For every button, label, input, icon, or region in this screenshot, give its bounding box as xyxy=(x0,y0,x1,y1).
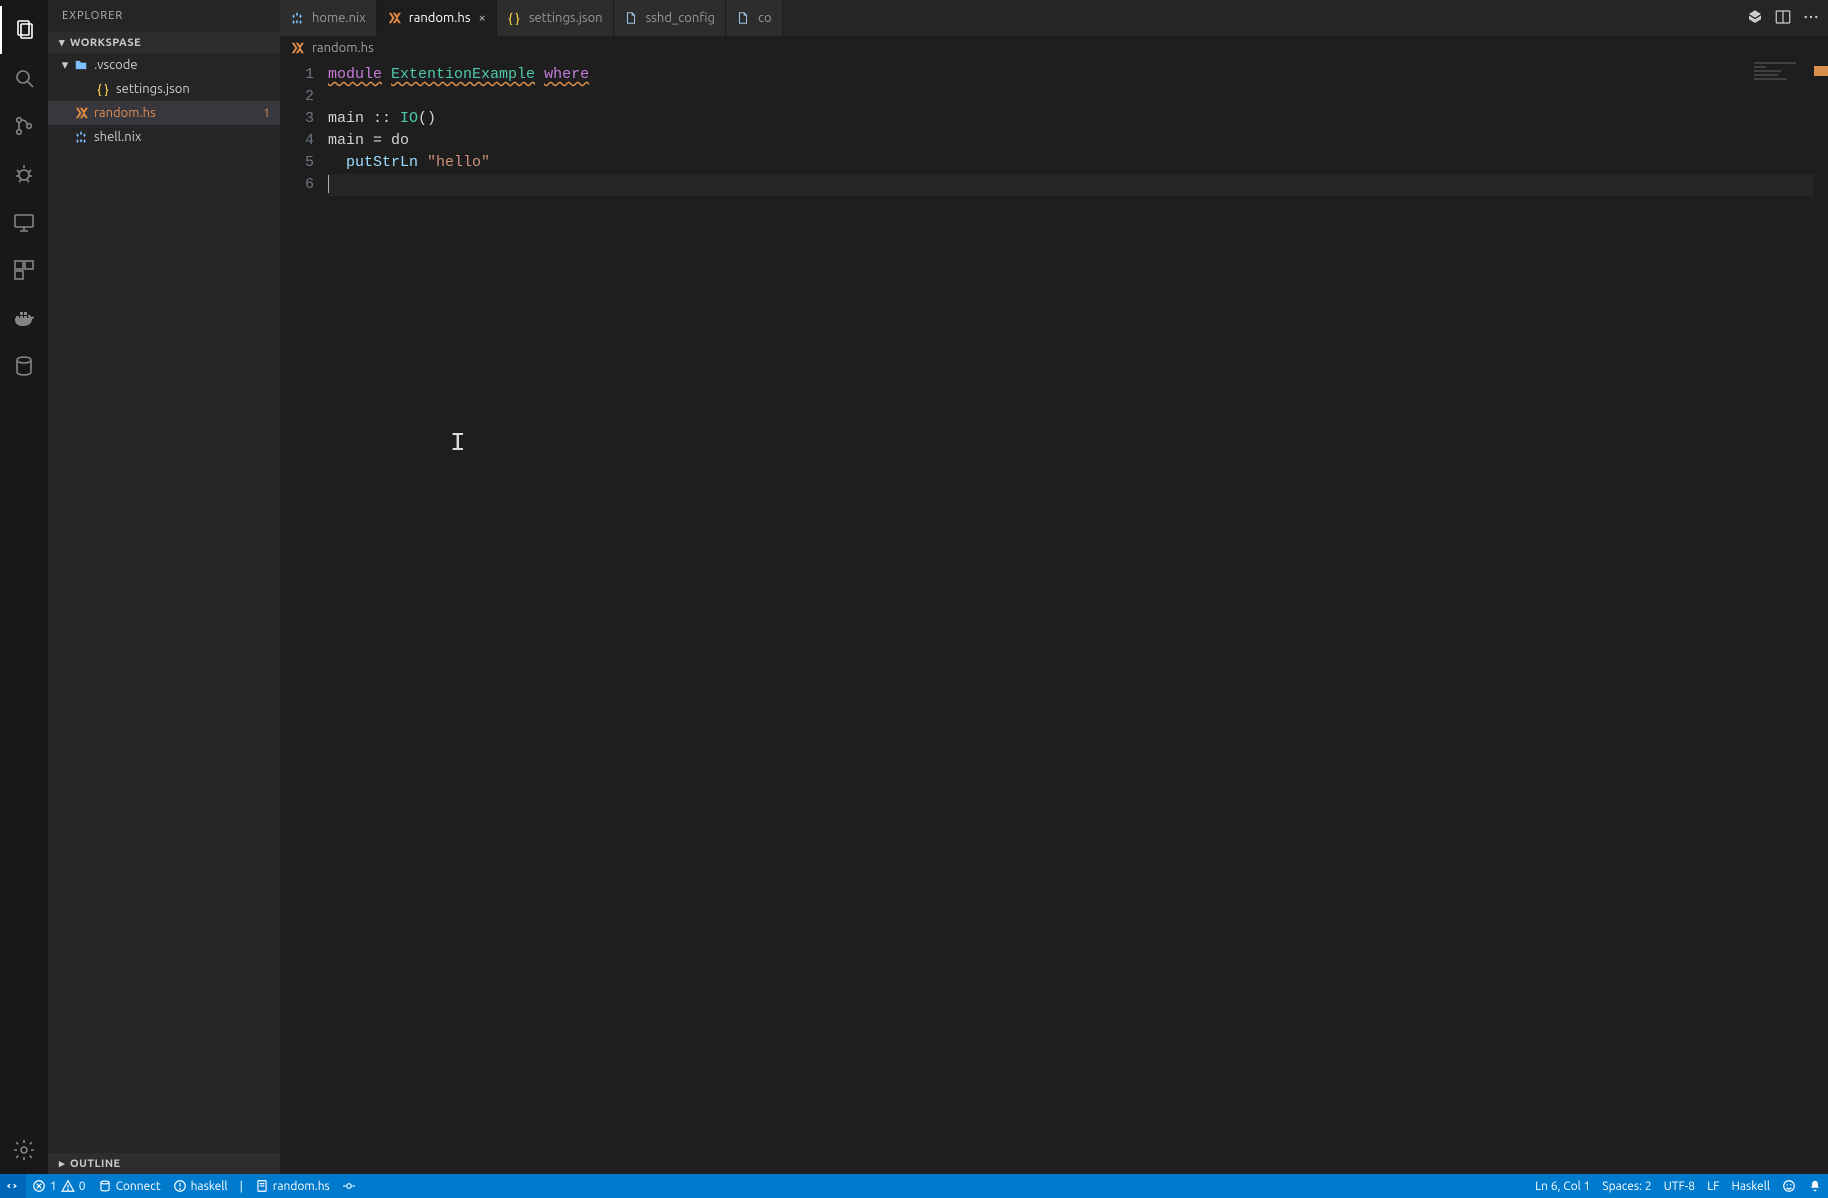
tab-settings-json[interactable]: settings.json xyxy=(497,0,614,36)
status-connect[interactable]: Connect xyxy=(92,1174,167,1198)
tree-label: random.hs xyxy=(94,106,257,120)
tree-folder[interactable]: ▾ .vscode xyxy=(48,53,280,77)
nix-icon xyxy=(290,11,306,25)
status-language[interactable]: Haskell xyxy=(1725,1174,1776,1198)
status-file-label: random.hs xyxy=(273,1180,330,1193)
editor-body[interactable]: 123456 module ExtentionExample where mai… xyxy=(280,60,1828,1174)
status-lsp-label: haskell xyxy=(191,1180,228,1193)
status-spaces[interactable]: Spaces: 2 xyxy=(1596,1174,1657,1198)
tab-label: settings.json xyxy=(529,11,603,25)
status-bell[interactable] xyxy=(1802,1174,1828,1198)
status-eol[interactable]: LF xyxy=(1701,1174,1725,1198)
explorer-sidebar: EXPLORER ▾ WORKSPASE ▾ .vscode settings.js… xyxy=(48,0,280,1174)
outline-header[interactable]: ▸ OUTLINE xyxy=(48,1153,280,1174)
tree-file[interactable]: settings.json xyxy=(48,77,280,101)
status-divider: | xyxy=(234,1174,249,1198)
status-connect-label: Connect xyxy=(116,1180,161,1193)
activity-search[interactable] xyxy=(0,54,48,102)
tab-home-nix[interactable]: home.nix xyxy=(280,0,377,36)
status-feedback[interactable] xyxy=(1776,1174,1802,1198)
tab-label: random.hs xyxy=(409,11,471,25)
status-cursor[interactable]: Ln 6, Col 1 xyxy=(1529,1174,1596,1198)
folder-icon xyxy=(72,58,90,72)
chevron-right-icon: ▸ xyxy=(54,1157,70,1170)
status-file[interactable]: random.hs xyxy=(249,1174,336,1198)
minimap[interactable] xyxy=(1754,62,1814,92)
tree-label: settings.json xyxy=(116,82,270,96)
chevron-icon: ▾ xyxy=(58,58,72,73)
editor-group: home.nix random.hs × settings.json sshd_conf… xyxy=(280,0,1828,1174)
file-icon xyxy=(736,11,752,25)
tree-file[interactable]: shell.nix xyxy=(48,125,280,149)
tabs-row: home.nix random.hs × settings.json sshd_conf… xyxy=(280,0,1828,36)
haskell-icon xyxy=(290,41,308,55)
tab-co[interactable]: co xyxy=(726,0,783,36)
workspace-label: WORKSPASE xyxy=(70,37,141,49)
status-sync[interactable] xyxy=(336,1174,362,1198)
tree-file[interactable]: random.hs1 xyxy=(48,101,280,125)
breadcrumb[interactable]: random.hs xyxy=(280,36,1828,60)
overview-warning-marker[interactable] xyxy=(1814,66,1828,76)
tab-random-hs[interactable]: random.hs × xyxy=(377,0,497,36)
activity-remote[interactable] xyxy=(0,198,48,246)
code-area[interactable]: module ExtentionExample where main :: IO… xyxy=(328,60,1814,1174)
nix-icon xyxy=(72,130,90,144)
activity-explorer[interactable] xyxy=(0,6,48,54)
editor-scrollbar[interactable] xyxy=(1814,60,1828,1174)
tab-label: home.nix xyxy=(312,11,366,25)
json-icon xyxy=(94,82,112,96)
json-icon xyxy=(507,11,523,25)
tabs: home.nix random.hs × settings.json sshd_conf… xyxy=(280,0,1738,36)
close-icon[interactable]: × xyxy=(479,11,486,25)
gutter: 123456 xyxy=(280,60,328,1174)
status-remote[interactable] xyxy=(0,1174,26,1198)
more-icon[interactable] xyxy=(1802,8,1820,29)
tree-label: shell.nix xyxy=(94,130,270,144)
activity-source-control[interactable] xyxy=(0,102,48,150)
haskell-icon xyxy=(72,106,90,120)
tab-sshd_config[interactable]: sshd_config xyxy=(614,0,726,36)
activity-extensions[interactable] xyxy=(0,246,48,294)
tab-label: co xyxy=(758,11,772,25)
status-encoding[interactable]: UTF-8 xyxy=(1658,1174,1701,1198)
activity-docker[interactable] xyxy=(0,294,48,342)
problem-badge: 1 xyxy=(257,107,270,120)
activity-settings[interactable] xyxy=(0,1126,48,1174)
haskell-icon xyxy=(387,11,403,25)
status-lsp[interactable]: haskell xyxy=(167,1174,234,1198)
activity-database[interactable] xyxy=(0,342,48,390)
chevron-down-icon: ▾ xyxy=(54,36,70,49)
file-tree: ▾ .vscode settings.json random.hs1 shell.nix xyxy=(48,53,280,1153)
copilot-icon[interactable] xyxy=(1746,8,1764,29)
file-icon xyxy=(624,11,640,25)
split-editor-icon[interactable] xyxy=(1774,8,1792,29)
tabs-actions xyxy=(1738,0,1828,36)
tree-label: .vscode xyxy=(94,58,270,72)
status-problems[interactable]: 1 0 xyxy=(26,1174,92,1198)
status-warnings: 0 xyxy=(79,1180,86,1193)
breadcrumb-file: random.hs xyxy=(312,41,374,55)
explorer-title: EXPLORER xyxy=(48,0,280,32)
status-bar: 1 0 Connect haskell | random.hs Ln 6, Co… xyxy=(0,1174,1828,1198)
activity-bar xyxy=(0,0,48,1174)
tab-label: sshd_config xyxy=(646,11,715,25)
workspace-header[interactable]: ▾ WORKSPASE xyxy=(48,32,280,53)
status-errors: 1 xyxy=(50,1180,57,1193)
outline-label: OUTLINE xyxy=(70,1158,121,1170)
activity-debug[interactable] xyxy=(0,150,48,198)
